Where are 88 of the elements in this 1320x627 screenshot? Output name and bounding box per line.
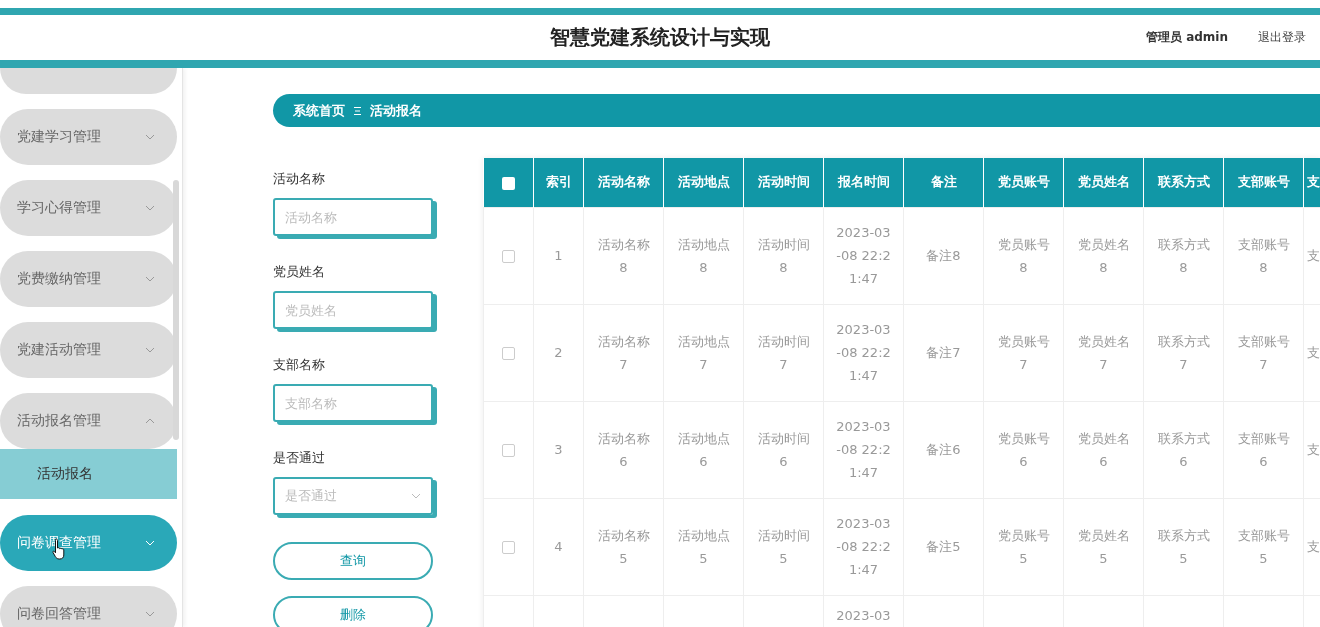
row-checkbox[interactable] [502, 444, 515, 457]
table-cell: 备注6 [926, 442, 961, 457]
column-header: 党员账号 [983, 158, 1064, 207]
breadcrumb-current: 活动报名 [370, 101, 422, 120]
table-cell: 活动名称7 [597, 333, 650, 372]
field-label: 党员姓名 [273, 263, 326, 281]
menu-item[interactable]: 党建学习管理 [0, 109, 177, 165]
table-cell: 2023-03-08 22:21:47 [836, 516, 891, 577]
table-cell: 活动名称8 [597, 236, 650, 275]
table-cell: 活动时间5 [757, 527, 810, 566]
chevron-down-icon [145, 540, 155, 546]
table-cell: 备注7 [926, 345, 961, 360]
table-cell: 1 [554, 248, 563, 263]
table-cell: 联系方式8 [1157, 236, 1210, 275]
table-cell: 支 [1307, 442, 1320, 457]
user-label: 管理员 admin [1145, 29, 1228, 46]
row-checkbox[interactable] [502, 541, 515, 554]
field-label: 支部名称 [273, 356, 326, 374]
column-header: 活动名称 [583, 158, 664, 207]
chevron-down-icon [145, 205, 155, 211]
table-cell: 党员账号6 [997, 430, 1050, 469]
chevron-down-icon [145, 134, 155, 140]
table-cell: 支部账号7 [1237, 333, 1290, 372]
delete-button[interactable]: 删除 [273, 596, 433, 627]
chevron-up-icon [145, 418, 155, 424]
table-cell: 党员姓名8 [1077, 236, 1130, 275]
row-checkbox[interactable] [502, 347, 515, 360]
table-cell: 备注5 [926, 539, 961, 554]
table-cell: 活动名称5 [597, 527, 650, 566]
column-header: 活动地点 [663, 158, 744, 207]
input-field[interactable]: 支部名称 [273, 384, 433, 422]
table-cell: 支 [1307, 248, 1320, 263]
menu-item[interactable] [0, 68, 177, 94]
column-header: 索引 [533, 158, 584, 207]
field-label: 活动名称 [273, 170, 326, 188]
table-cell: 支 [1307, 539, 1320, 554]
scrollbar[interactable] [173, 180, 179, 440]
table-cell: 支 [1307, 345, 1320, 360]
chevron-down-icon [145, 611, 155, 617]
table-cell: 党员账号7 [997, 333, 1050, 372]
search-button[interactable]: 查询 [273, 542, 433, 580]
table-cell: 活动时间7 [757, 333, 810, 372]
table-cell: 支部账号6 [1237, 430, 1290, 469]
table-cell: 2023-03-08 22:21:47 [836, 322, 891, 383]
table-cell: 活动地点6 [677, 430, 730, 469]
input-field[interactable]: 活动名称 [273, 198, 433, 236]
table-cell: 支部账号5 [1237, 527, 1290, 566]
column-header: 报名时间 [823, 158, 904, 207]
column-header: 支部账号 [1223, 158, 1304, 207]
row-checkbox[interactable] [502, 250, 515, 263]
column-header: 党员姓名 [1063, 158, 1144, 207]
field-label: 是否通过 [273, 449, 326, 467]
table-cell: 党员账号5 [997, 527, 1050, 566]
table-cell: 党员姓名5 [1077, 527, 1130, 566]
separator-icon [353, 105, 362, 116]
table-cell: 活动地点5 [677, 527, 730, 566]
table-cell: 3 [554, 442, 563, 457]
table-cell: 活动时间8 [757, 236, 810, 275]
table-cell: 活动地点7 [677, 333, 730, 372]
table-cell: 联系方式6 [1157, 430, 1210, 469]
table-cell: 活动名称6 [597, 430, 650, 469]
select-all-checkbox[interactable] [501, 176, 515, 190]
table-cell: 党员账号8 [997, 236, 1050, 275]
app-title: 智慧党建系统设计与实现 [550, 24, 770, 51]
chevron-down-icon [145, 276, 155, 282]
table-cell: 2023-03 [836, 607, 891, 623]
chevron-down-icon [411, 493, 421, 499]
column-header: 活动时间 [743, 158, 824, 207]
table-cell: 活动时间6 [757, 430, 810, 469]
table-cell: 活动地点8 [677, 236, 730, 275]
table-cell: 联系方式5 [1157, 527, 1210, 566]
table-cell: 2 [554, 345, 563, 360]
table-cell: 支部账号8 [1237, 236, 1290, 275]
submenu-item[interactable]: 活动报名 [0, 449, 177, 499]
table-cell: 2023-03-08 22:21:47 [836, 225, 891, 286]
input-field[interactable]: 党员姓名 [273, 291, 433, 329]
table-cell: 党员姓名6 [1077, 430, 1130, 469]
breadcrumb-link[interactable]: 系统首页 [293, 101, 345, 120]
table-cell: 联系方式7 [1157, 333, 1210, 372]
column-header: 联系方式 [1143, 158, 1224, 207]
table-cell: 4 [554, 539, 563, 554]
table-cell: 2023-03-08 22:21:47 [836, 419, 891, 480]
logout-link[interactable]: 退出登录 [1258, 29, 1306, 46]
table-cell: 党员姓名7 [1077, 333, 1130, 372]
column-header: 备注 [903, 158, 984, 207]
menu-item[interactable]: 问卷回答管理 [0, 586, 177, 627]
chevron-down-icon [145, 347, 155, 353]
table-cell: 备注8 [926, 248, 961, 263]
